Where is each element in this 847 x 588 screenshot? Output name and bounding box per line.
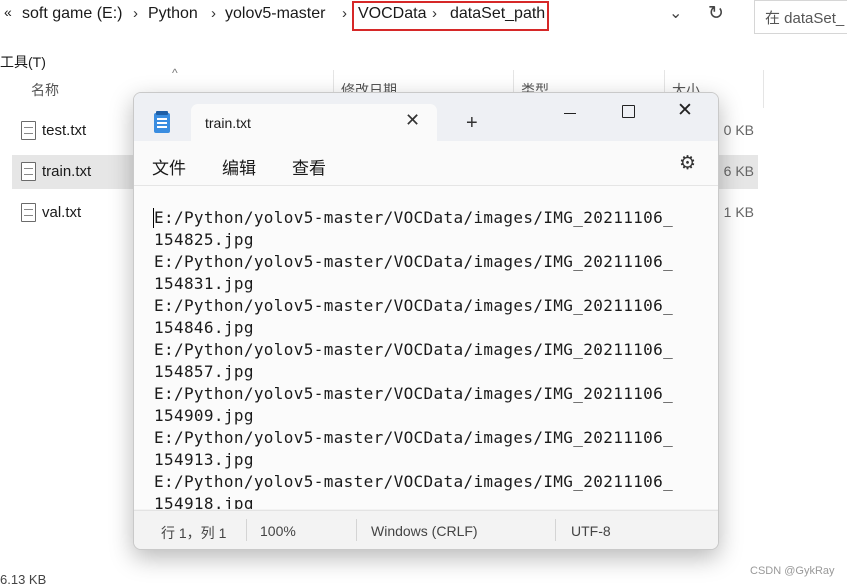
tab-train-txt[interactable]: train.txt ✕ [191,104,437,141]
status-divider [555,519,556,541]
red-highlight-box [352,1,549,31]
notepad-statusbar: 行 1，列 1 100% Windows (CRLF) UTF-8 [134,510,718,549]
search-placeholder: 在 dataSet_ [765,10,845,27]
text-editor[interactable]: E:/Python/yolov5-master/VOCData/images/I… [134,186,718,509]
menu-edit[interactable]: 编辑 [222,154,256,179]
status-line-ending: Windows (CRLF) [371,523,478,539]
breadcrumb-drive[interactable]: soft game (E:) [22,5,122,23]
text-line: 154913.jpg [154,450,254,469]
watermark: CSDN @GykRay [750,565,835,577]
text-line: 154846.jpg [154,318,254,337]
address-bar: « soft game (E:) › Python › yolov5-maste… [0,0,847,34]
tab-title: train.txt [205,115,251,131]
status-cursor-position: 行 1，列 1 [161,525,227,541]
close-icon[interactable]: ✕ [677,99,693,122]
chevron-right-icon[interactable]: › [211,5,216,22]
text-line: 154918.jpg [154,494,254,509]
file-name: test.txt [42,122,87,139]
text-line: E:/Python/yolov5-master/VOCData/images/I… [154,340,674,359]
notepad-icon [154,111,170,133]
text-file-icon [21,162,36,181]
text-line: E:/Python/yolov5-master/VOCData/images/I… [154,472,674,491]
file-size: 6 KB [723,163,754,179]
new-tab-plus-icon[interactable]: + [466,112,478,135]
minimize-icon[interactable] [564,113,576,114]
close-tab-icon[interactable]: ✕ [405,110,420,131]
text-file-icon [21,203,36,222]
text-line: 154909.jpg [154,406,254,425]
breadcrumb-python[interactable]: Python [148,5,198,23]
maximize-icon[interactable] [622,105,635,118]
text-line: E:/Python/yolov5-master/VOCData/images/I… [154,208,674,227]
menu-file[interactable]: 文件 [152,154,186,179]
text-line: E:/Python/yolov5-master/VOCData/images/I… [154,428,674,447]
text-line: 154825.jpg [154,230,254,249]
sort-ascending-icon: ^ [172,66,178,80]
status-encoding: UTF-8 [571,523,611,539]
chevron-down-icon[interactable]: ⌄ [669,3,682,23]
chevron-right-icon[interactable]: › [133,5,138,22]
menu-view[interactable]: 查看 [292,154,326,179]
status-zoom[interactable]: 100% [260,523,296,539]
text-line: E:/Python/yolov5-master/VOCData/images/I… [154,252,674,271]
text-line: E:/Python/yolov5-master/VOCData/images/I… [154,296,674,315]
breadcrumb-yolov5-master[interactable]: yolov5-master [225,5,325,23]
breadcrumb-overflow-icon[interactable]: « [4,4,12,20]
notepad-menubar: 文件 编辑 查看 ⚙ [134,141,718,186]
refresh-icon[interactable]: ↻ [708,2,724,25]
search-input[interactable]: 在 dataSet_ [754,0,847,34]
gear-icon[interactable]: ⚙ [679,152,696,175]
notepad-titlebar[interactable]: train.txt ✕ + ✕ [134,93,718,141]
explorer-status-size: 6.13 KB [0,572,47,587]
menu-tools[interactable]: 工具(T) [0,52,46,72]
file-name: val.txt [42,204,82,221]
column-divider[interactable] [763,70,764,108]
file-name: train.txt [42,163,92,180]
chevron-right-icon[interactable]: › [342,5,347,22]
status-divider [356,519,357,541]
text-line: 154857.jpg [154,362,254,381]
column-header-name[interactable]: 名称 [31,80,59,100]
file-size: 0 KB [723,122,754,138]
file-size: 1 KB [723,204,754,220]
notepad-window: train.txt ✕ + ✕ 文件 编辑 查看 ⚙ E:/Python/yol… [133,92,719,550]
text-file-icon [21,121,36,140]
text-line: 154831.jpg [154,274,254,293]
status-divider [246,519,247,541]
text-line: E:/Python/yolov5-master/VOCData/images/I… [154,384,674,403]
